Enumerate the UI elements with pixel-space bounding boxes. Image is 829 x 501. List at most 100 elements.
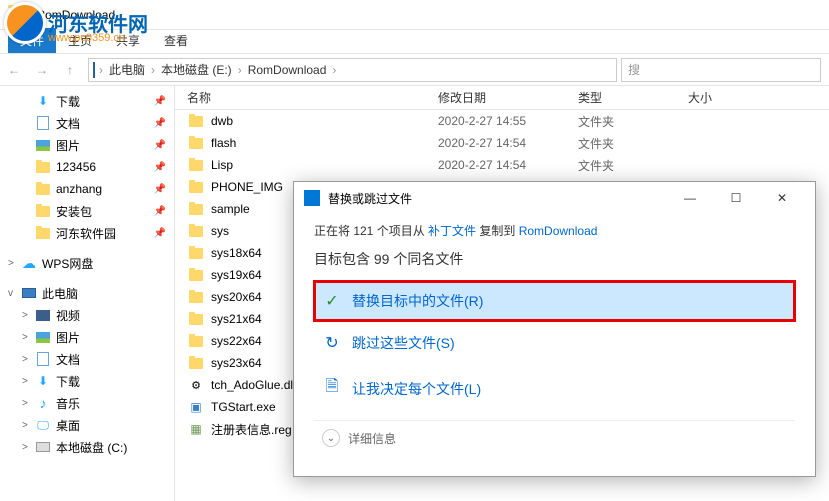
file-name: PHONE_IMG: [211, 180, 283, 194]
file-name: 注册表信息.reg: [211, 421, 292, 438]
sidebar-item[interactable]: v此电脑: [0, 282, 174, 304]
chevron-right-icon: ›: [95, 63, 107, 77]
sidebar-item[interactable]: 图片📌: [0, 134, 174, 156]
img-icon: [34, 137, 52, 153]
download-icon: ⬇: [34, 373, 52, 389]
folder-icon: [187, 138, 205, 149]
sidebar-item-label: 桌面: [56, 417, 80, 434]
sidebar-item-label: 下载: [56, 373, 80, 390]
col-type[interactable]: 类型: [570, 89, 680, 106]
navigation-sidebar: ⬇下载📌文档📌图片📌123456📌anzhang📌安装包📌河东软件园📌>☁WPS…: [0, 86, 175, 501]
file-date: 2020-2-27 14:54: [430, 158, 570, 172]
replace-skip-dialog: 替换或跳过文件 — ☐ ✕ 正在将 121 个项目从 补丁文件 复制到 RomD…: [293, 181, 816, 477]
col-date[interactable]: 修改日期: [430, 89, 570, 106]
sidebar-item-label: 文档: [56, 351, 80, 368]
file-name: Lisp: [211, 158, 233, 172]
file-row[interactable]: Lisp2020-2-27 14:54文件夹: [175, 154, 829, 176]
back-button[interactable]: ←: [0, 58, 28, 82]
doc-icon: [34, 115, 52, 131]
file-row[interactable]: flash2020-2-27 14:54文件夹: [175, 132, 829, 154]
copy-icon: [304, 190, 320, 206]
file-name: sys20x64: [211, 290, 262, 304]
option-replace[interactable]: ✓ 替换目标中的文件(R): [314, 281, 795, 321]
sidebar-item[interactable]: 123456 📌: [0, 156, 174, 178]
dialog-title: 替换或跳过文件: [328, 190, 412, 207]
folder-icon: [34, 203, 52, 219]
file-date: 2020-2-27 14:55: [430, 114, 570, 128]
pin-icon: 📌: [154, 140, 166, 151]
option-skip[interactable]: ↻ 跳过这些文件(S): [314, 323, 795, 363]
expand-icon: >: [22, 420, 34, 431]
file-name: TGStart.exe: [211, 400, 276, 414]
expand-icon: >: [22, 332, 34, 343]
folder-icon: [187, 292, 205, 303]
sidebar-item[interactable]: 安装包📌: [0, 200, 174, 222]
folder-icon: [187, 116, 205, 127]
folder-icon: [187, 336, 205, 347]
breadcrumb-folder[interactable]: RomDownload: [246, 63, 329, 77]
expand-icon: >: [22, 354, 34, 365]
sidebar-item-label: 123456: [56, 160, 96, 174]
breadcrumb-disk[interactable]: 本地磁盘 (E:): [159, 61, 234, 78]
sidebar-item[interactable]: > 文档: [0, 348, 174, 370]
expand-icon: >: [22, 442, 34, 453]
source-link[interactable]: 补丁文件: [428, 224, 476, 238]
download-icon: ⬇: [34, 93, 52, 109]
watermark-logo: 河东软件网 www.pc0359.cn: [0, 0, 200, 50]
video-icon: [34, 307, 52, 323]
sidebar-item-label: 视频: [56, 307, 80, 324]
folder-icon: [187, 358, 205, 369]
sidebar-item[interactable]: >⬇下载: [0, 370, 174, 392]
chevron-right-icon: ›: [234, 63, 246, 77]
sidebar-item[interactable]: >本地磁盘 (C:): [0, 436, 174, 458]
col-size[interactable]: 大小: [680, 89, 760, 106]
forward-button[interactable]: →: [28, 58, 56, 82]
expand-icon: v: [8, 288, 20, 299]
folder-icon: [187, 314, 205, 325]
folder-icon: [34, 181, 52, 197]
music-icon: ♪: [34, 395, 52, 411]
dialog-info: 正在将 121 个项目从 补丁文件 复制到 RomDownload: [314, 222, 795, 239]
expand-icon: >: [22, 310, 34, 321]
sidebar-item[interactable]: >♪音乐: [0, 392, 174, 414]
sidebar-item[interactable]: >☁WPS网盘: [0, 252, 174, 274]
file-type: 文件夹: [570, 135, 680, 152]
search-input[interactable]: 搜: [621, 58, 821, 82]
sidebar-item[interactable]: > 图片: [0, 326, 174, 348]
sidebar-item[interactable]: 文档📌: [0, 112, 174, 134]
file-name: flash: [211, 136, 236, 150]
close-button[interactable]: ✕: [759, 183, 805, 213]
disk-icon: [34, 439, 52, 455]
file-name: sys: [211, 224, 229, 238]
sidebar-item[interactable]: > 视频: [0, 304, 174, 326]
sidebar-item[interactable]: anzhang📌: [0, 178, 174, 200]
sidebar-item[interactable]: ⬇下载📌: [0, 90, 174, 112]
expand-icon: >: [8, 258, 20, 269]
file-row[interactable]: dwb2020-2-27 14:55文件夹: [175, 110, 829, 132]
detail-toggle[interactable]: ⌄ 详细信息: [314, 420, 795, 455]
breadcrumb-box[interactable]: › 此电脑 › 本地磁盘 (E:) › RomDownload ›: [88, 58, 617, 82]
option-decide[interactable]: 🗎 让我决定每个文件(L): [314, 365, 795, 412]
sidebar-item[interactable]: 河东软件园📌: [0, 222, 174, 244]
folder-icon: [187, 226, 205, 237]
minimize-button[interactable]: —: [667, 183, 713, 213]
sidebar-item-label: 河东软件园: [56, 225, 116, 242]
sidebar-item-label: 图片: [56, 329, 80, 346]
doc-icon: [34, 351, 52, 367]
folder-icon: [187, 182, 205, 193]
dialog-titlebar: 替换或跳过文件 — ☐ ✕: [294, 182, 815, 214]
exe-icon: ▣: [187, 400, 205, 414]
pin-icon: 📌: [154, 96, 166, 107]
dialog-question: 目标包含 99 个同名文件: [314, 249, 795, 269]
check-icon: ✓: [322, 291, 342, 311]
maximize-button[interactable]: ☐: [713, 183, 759, 213]
col-name[interactable]: 名称: [175, 89, 430, 106]
sidebar-item[interactable]: >🖵桌面: [0, 414, 174, 436]
dest-link[interactable]: RomDownload: [519, 224, 598, 238]
file-name: sample: [211, 202, 250, 216]
folder-icon: [187, 160, 205, 171]
pin-icon: 📌: [154, 206, 166, 217]
breadcrumb-pc[interactable]: 此电脑: [107, 61, 147, 78]
pin-icon: 📌: [154, 162, 166, 173]
up-button[interactable]: ↑: [56, 58, 84, 82]
